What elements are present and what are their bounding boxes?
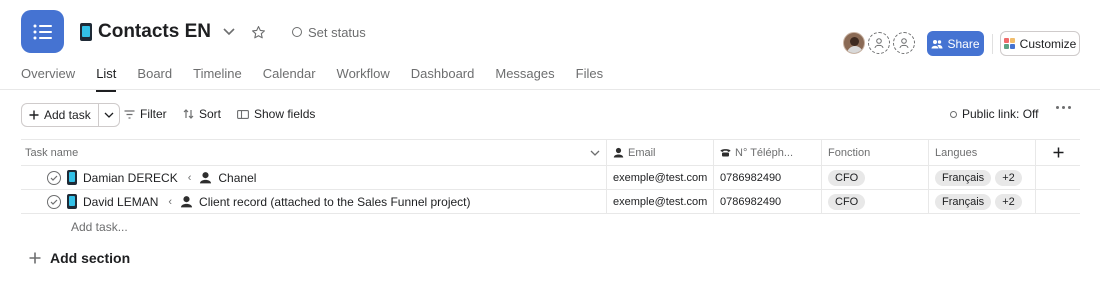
person-icon <box>613 147 624 158</box>
more-icon[interactable] <box>1056 106 1071 109</box>
set-status-label: Set status <box>307 24 366 40</box>
add-task-split-button: Add task <box>21 103 120 127</box>
column-header-langues[interactable]: Langues <box>929 140 1036 165</box>
table-header: Task name Email N° Téléph... Fonction La… <box>21 139 1080 166</box>
column-header-phone[interactable]: N° Téléph... <box>714 140 822 165</box>
email-cell[interactable]: exemple@test.com <box>607 190 714 213</box>
person-icon <box>180 195 193 208</box>
avatar[interactable] <box>843 32 865 54</box>
set-status-button[interactable]: Set status <box>291 24 366 40</box>
project-title[interactable]: Contacts EN <box>98 21 211 43</box>
plus-icon <box>29 252 41 264</box>
chevron-down-icon[interactable] <box>223 28 235 36</box>
phone-icon <box>720 149 731 157</box>
sort-button[interactable]: Sort <box>183 107 221 121</box>
task-name-cell[interactable]: Damian DERECK ‹ Chanel <box>21 166 607 189</box>
chevron-down-icon[interactable] <box>590 150 600 156</box>
more-tags-badge: +2 <box>995 169 1022 186</box>
star-icon[interactable] <box>251 25 266 40</box>
task-name-cell[interactable]: David LEMAN ‹ Client record (attached to… <box>21 190 607 213</box>
fonction-cell[interactable]: CFO <box>822 190 929 213</box>
share-label: Share <box>947 36 980 51</box>
task-name[interactable]: David LEMAN <box>83 195 158 209</box>
tab-workflow[interactable]: Workflow <box>337 62 390 89</box>
public-link-toggle[interactable]: Public link: Off <box>950 107 1038 121</box>
phone-emoji-icon <box>67 170 77 185</box>
people-icon <box>931 39 943 48</box>
project-icon[interactable] <box>21 10 64 53</box>
tab-files[interactable]: Files <box>576 62 603 89</box>
status-circle-icon <box>291 27 302 37</box>
task-name[interactable]: Damian DERECK <box>83 171 178 185</box>
fonction-cell[interactable]: CFO <box>822 166 929 189</box>
filter-icon <box>124 109 135 119</box>
person-placeholder-icon[interactable] <box>868 32 890 54</box>
task-table: Task name Email N° Téléph... Fonction La… <box>21 139 1080 239</box>
langues-cell[interactable]: Français +2 <box>929 190 1036 213</box>
more-tags-badge: +2 <box>995 193 1022 210</box>
table-row[interactable]: Damian DERECK ‹ Chanel exemple@test.com … <box>21 166 1080 190</box>
chevron-down-icon <box>104 112 114 118</box>
fonction-tag: CFO <box>828 169 866 186</box>
tab-overview[interactable]: Overview <box>21 62 75 89</box>
customize-label: Customize <box>1019 36 1077 51</box>
add-task-button[interactable]: Add task <box>22 104 99 126</box>
show-fields-button[interactable]: Show fields <box>237 107 315 121</box>
public-link-label: Public link: Off <box>962 107 1039 121</box>
person-icon <box>199 171 212 184</box>
status-circle-icon <box>950 110 957 118</box>
show-fields-label: Show fields <box>254 107 316 121</box>
parent-task[interactable]: Chanel <box>218 171 256 185</box>
empty-cell <box>1036 166 1080 189</box>
tab-timeline[interactable]: Timeline <box>193 62 242 89</box>
parent-task[interactable]: Client record (attached to the Sales Fun… <box>199 195 470 209</box>
column-header-email[interactable]: Email <box>607 140 714 165</box>
check-circle-icon[interactable] <box>47 194 61 209</box>
add-section-label: Add section <box>50 250 131 266</box>
customize-button[interactable]: Customize <box>1000 31 1080 56</box>
fonction-tag: CFO <box>828 193 866 210</box>
add-column-button[interactable] <box>1036 140 1080 165</box>
divider <box>992 34 993 54</box>
tab-messages[interactable]: Messages <box>495 62 554 89</box>
phone-emoji-icon <box>80 23 92 41</box>
langue-tag: Français <box>935 193 992 210</box>
empty-cell <box>1036 190 1080 213</box>
tabs-divider <box>0 89 1100 90</box>
plus-icon <box>29 110 39 120</box>
tab-calendar[interactable]: Calendar <box>263 62 316 89</box>
parent-separator: ‹ <box>168 195 173 208</box>
column-header-fonction[interactable]: Fonction <box>822 140 929 165</box>
show-fields-icon <box>237 109 249 119</box>
email-cell[interactable]: exemple@test.com <box>607 166 714 189</box>
phone-cell[interactable]: 0786982490 <box>714 190 822 213</box>
langues-cell[interactable]: Français +2 <box>929 166 1036 189</box>
phone-cell[interactable]: 0786982490 <box>714 166 822 189</box>
filter-button[interactable]: Filter <box>124 107 167 121</box>
add-section-button[interactable]: Add section <box>29 250 130 266</box>
phone-emoji-icon <box>67 194 77 209</box>
customize-icon <box>1003 38 1015 49</box>
add-task-label: Add task <box>44 108 91 122</box>
filter-label: Filter <box>140 107 167 121</box>
tab-dashboard[interactable]: Dashboard <box>411 62 475 89</box>
share-button[interactable]: Share <box>927 31 984 56</box>
check-circle-icon[interactable] <box>47 170 61 185</box>
project-tabs: Overview List Board Timeline Calendar Wo… <box>21 62 624 92</box>
plus-icon <box>1053 147 1063 158</box>
person-placeholder-icon[interactable] <box>893 32 915 54</box>
add-task-dropdown[interactable] <box>99 104 119 126</box>
add-task-inline[interactable]: Add task... <box>21 214 1080 239</box>
table-row[interactable]: David LEMAN ‹ Client record (attached to… <box>21 190 1080 214</box>
langue-tag: Français <box>935 169 992 186</box>
tab-list[interactable]: List <box>96 62 117 92</box>
column-header-task-name[interactable]: Task name <box>21 140 607 165</box>
list-icon <box>33 24 52 39</box>
members[interactable] <box>843 32 915 54</box>
tab-board[interactable]: Board <box>137 62 172 89</box>
project-title-bar: Contacts EN Set status <box>80 18 366 46</box>
sort-label: Sort <box>199 107 222 121</box>
sort-icon <box>183 109 194 119</box>
parent-separator: ‹ <box>187 171 192 184</box>
